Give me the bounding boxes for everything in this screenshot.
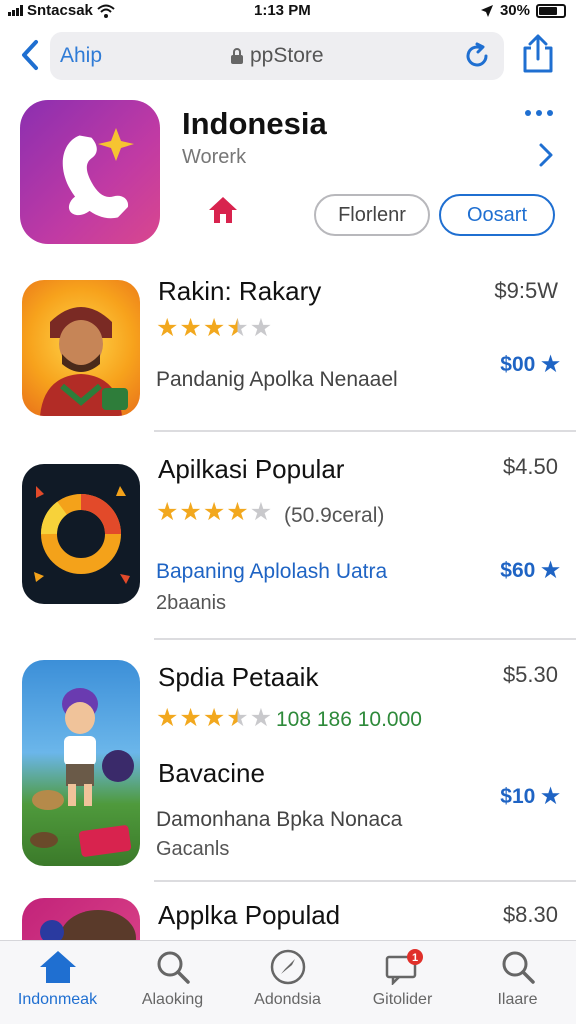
- app-price: $9:5W: [494, 278, 558, 303]
- character-illustration-icon: [40, 307, 128, 416]
- app-description: Pandanig Apolka Nenaael: [156, 368, 398, 391]
- wifi-icon: [97, 4, 115, 18]
- browser-bar: Ahip ppStore: [0, 24, 576, 86]
- tab-ilaare[interactable]: Ilaare: [460, 949, 575, 1024]
- carrier-label: Sntacsak: [27, 2, 93, 19]
- battery-percent: 30%: [499, 2, 530, 19]
- home-icon[interactable]: [206, 194, 240, 226]
- status-right: 30%: [480, 2, 566, 19]
- app-thumbnail: [22, 660, 140, 866]
- tab-adondsia[interactable]: Adondsia: [230, 949, 345, 1024]
- list-item[interactable]: Apilkasi Popular $4.50 ★ ★ ★ ★ ★ (50.9ceral)…: [0, 434, 576, 640]
- app-icon[interactable]: [20, 100, 160, 244]
- compass-icon: [270, 949, 305, 985]
- star-rating: ★ ★ ★ ★ ★: [156, 706, 272, 731]
- secondary-button[interactable]: Florlenr: [314, 194, 430, 236]
- app-description[interactable]: Bapaning Aplolash Uatra: [156, 560, 387, 584]
- boy-character-icon: [30, 688, 134, 857]
- app-thumbnail: [22, 464, 140, 604]
- owl-character-icon: [40, 910, 136, 940]
- url-text: ppStore: [250, 44, 324, 67]
- rating-count: (50.9ceral): [284, 504, 385, 527]
- list-item[interactable]: Spdia Petaaik $5.30 ★ ★ ★ ★ ★ 108 186 10.000…: [0, 642, 576, 882]
- home-icon: [39, 951, 76, 983]
- star-rating: ★ ★ ★ ★ ★: [156, 500, 272, 525]
- divider: [154, 880, 576, 882]
- app-thumbnail: [22, 898, 140, 940]
- search-icon: [502, 951, 535, 984]
- star-icon: ★: [179, 314, 202, 342]
- carrier: Sntacsak: [8, 2, 115, 19]
- url-left-label: Ahip: [60, 44, 103, 67]
- app-name: Spdia Petaaik: [158, 662, 319, 692]
- refresh-icon[interactable]: [462, 41, 492, 71]
- app-subtitle: Worerk: [182, 146, 247, 168]
- app-header: Indonesia Worerk Florlenr Oosart: [0, 98, 576, 258]
- star-icon: ★: [249, 314, 273, 342]
- phone-sparkle-icon: [62, 128, 134, 219]
- app-name: Apilkasi Popular: [158, 454, 345, 484]
- battery-icon: [536, 3, 566, 18]
- rating-count: 108 186 10.000: [276, 708, 422, 731]
- star-icon: ★: [179, 498, 202, 526]
- url-bar[interactable]: Ahip ppStore: [50, 32, 504, 80]
- app-price: $4.50: [502, 454, 558, 479]
- tab-label: Adondsia: [254, 991, 321, 1008]
- app-secondary-title: Bavacine: [158, 758, 265, 788]
- star-icon: ★: [156, 704, 179, 732]
- app-price: $5.30: [502, 662, 558, 687]
- primary-button[interactable]: Oosart: [439, 194, 555, 236]
- notification-badge: 1: [411, 952, 417, 964]
- star-icon: ★: [156, 314, 179, 342]
- price-badge[interactable]: $10 ★: [500, 784, 560, 809]
- tab-gitolider[interactable]: 1 Gitolider: [345, 949, 460, 1024]
- tab-alaoking[interactable]: Alaoking: [115, 949, 230, 1024]
- price-badge[interactable]: $00 ★: [500, 352, 560, 377]
- back-chevron-icon[interactable]: [16, 38, 46, 72]
- star-icon: ★: [249, 704, 273, 732]
- ring-logo-icon: [34, 486, 130, 584]
- app-description: Damonhana Bpka Nonaca: [156, 808, 403, 831]
- location-arrow-icon: [480, 4, 493, 17]
- status-bar: Sntacsak 1:13 PM 30%: [0, 0, 576, 24]
- star-icon: ★: [202, 314, 226, 342]
- star-icon: ★: [226, 704, 249, 732]
- messages-icon: 1: [385, 949, 423, 985]
- tab-label: Gitolider: [372, 991, 433, 1008]
- share-icon[interactable]: [520, 34, 556, 74]
- tab-indonmeak[interactable]: Indonmeak: [0, 949, 115, 1024]
- star-rating: ★ ★ ★ ★ ★: [156, 316, 272, 341]
- divider: [154, 430, 576, 432]
- divider: [154, 638, 576, 640]
- star-icon: ★: [249, 498, 273, 526]
- star-icon: ★: [202, 498, 226, 526]
- app-name: Rakin: Rakary: [158, 276, 322, 306]
- search-icon: [157, 951, 190, 984]
- app-price: $8.30: [502, 902, 558, 927]
- app-subtext: Gacanls: [156, 838, 230, 860]
- more-icon[interactable]: [524, 108, 554, 118]
- lock-icon: [231, 48, 243, 64]
- tab-bar: Indonmeak Alaoking Adondsia 1 Gitolider …: [0, 940, 576, 1024]
- app-thumbnail: [22, 280, 140, 416]
- star-icon: ★: [156, 498, 179, 526]
- price-badge[interactable]: $60 ★: [500, 558, 560, 583]
- list-item[interactable]: Applka Populad $8.30: [0, 884, 576, 940]
- url-address: ppStore: [230, 44, 324, 68]
- tab-label: Alaoking: [141, 991, 204, 1008]
- app-subtext: 2baanis: [156, 592, 227, 614]
- star-icon: ★: [179, 704, 202, 732]
- tab-label: Indonmeak: [17, 991, 98, 1008]
- list-item[interactable]: Rakin: Rakary $9:5W ★ ★ ★ ★ ★ $00 ★ Pandanig…: [0, 270, 576, 432]
- app-title: Indonesia: [182, 106, 327, 141]
- star-icon: ★: [226, 498, 249, 526]
- star-icon: ★: [202, 704, 226, 732]
- clock: 1:13 PM: [254, 2, 311, 19]
- star-icon: ★: [226, 314, 249, 342]
- app-name: Applka Populad: [158, 900, 341, 930]
- tab-label: Ilaare: [497, 991, 538, 1008]
- signal-icon: [8, 5, 23, 16]
- chevron-right-icon[interactable]: [538, 142, 554, 168]
